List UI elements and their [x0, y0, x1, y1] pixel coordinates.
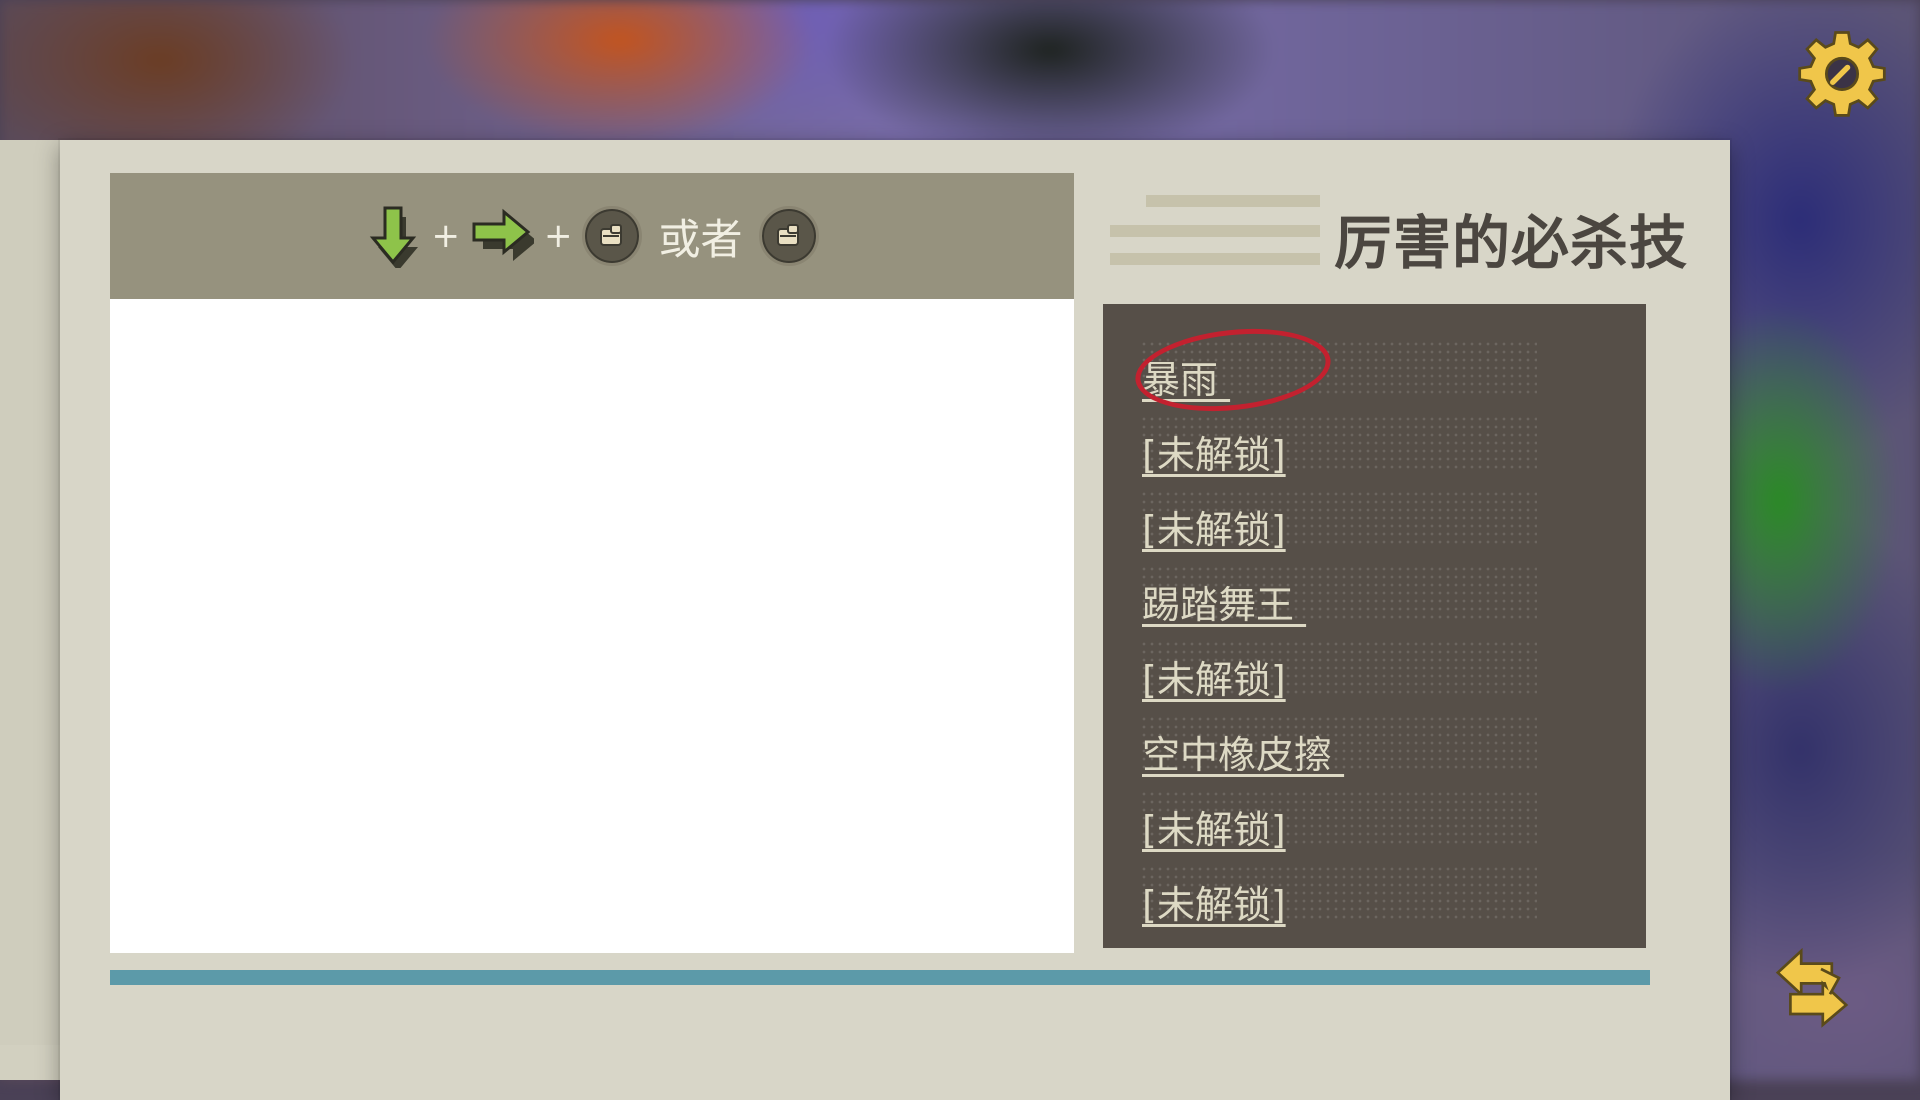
- move-preview-area: [110, 299, 1074, 953]
- move-item[interactable]: [未解锁]: [1140, 865, 1537, 927]
- title-decoration-stripes: [1110, 195, 1320, 273]
- page-title: 厉害的必杀技: [1333, 209, 1688, 277]
- move-label: [未解锁]: [1142, 508, 1286, 552]
- move-item[interactable]: [未解锁]: [1140, 790, 1537, 852]
- divider-line: [110, 970, 1650, 985]
- move-label: [未解锁]: [1142, 883, 1286, 927]
- move-label: [未解锁]: [1142, 808, 1286, 852]
- move-item[interactable]: 空中橡皮擦: [1140, 715, 1537, 777]
- combo-input-bar: + + 或者: [110, 173, 1074, 299]
- punch-button-icon: [582, 206, 643, 266]
- plus-sign: +: [543, 216, 573, 256]
- arrow-right-icon: [472, 208, 534, 261]
- or-label: 或者: [658, 214, 743, 264]
- paper-back-sheet: [0, 140, 60, 1080]
- move-label: 踢踏舞王: [1142, 583, 1307, 627]
- arrow-down-icon: [370, 206, 419, 268]
- move-item[interactable]: 踢踏舞王: [1140, 565, 1537, 627]
- move-item[interactable]: [未解锁]: [1140, 415, 1537, 477]
- move-item[interactable]: [未解锁]: [1140, 490, 1537, 552]
- move-label: 空中橡皮擦: [1142, 733, 1345, 777]
- back-arrow-icon[interactable]: [1766, 942, 1858, 1032]
- move-label: [未解锁]: [1142, 658, 1286, 702]
- move-label: [未解锁]: [1142, 433, 1286, 477]
- punch-button-icon: [758, 206, 819, 266]
- gear-icon[interactable]: [1796, 27, 1888, 119]
- move-item[interactable]: [未解锁]: [1140, 640, 1537, 702]
- plus-sign: +: [431, 216, 460, 256]
